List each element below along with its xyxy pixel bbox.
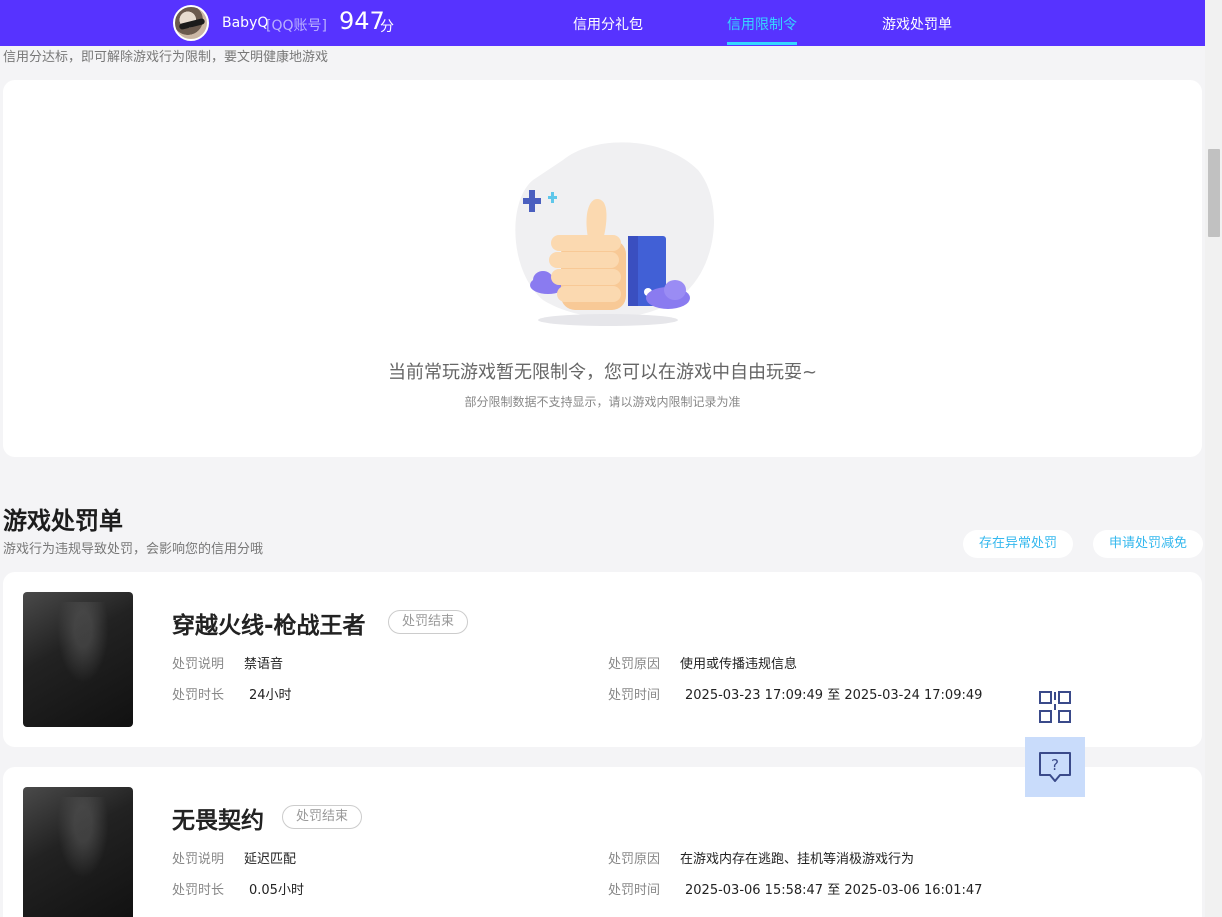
credit-score-unit: 分 [380, 19, 394, 35]
game-title: 无畏契约 [172, 808, 264, 834]
explain-label: 处罚说明 [172, 657, 225, 672]
duration-label: 处罚时长 [172, 688, 225, 703]
reason-value: 在游戏内存在逃跑、挂机等消极游戏行为 [680, 852, 915, 867]
game-cover-image [23, 592, 133, 727]
avatar[interactable] [173, 5, 209, 41]
punishment-card: 无畏契约 处罚结束 处罚说明 延迟匹配 处罚时长 0.05小时 处罚原因 在游戏… [3, 767, 1202, 917]
svg-text:?: ? [1051, 756, 1059, 774]
reason-label: 处罚原因 [608, 852, 661, 867]
explain-label: 处罚说明 [172, 852, 225, 867]
scrollbar-track[interactable] [1205, 0, 1222, 917]
credit-score: 947 [339, 7, 385, 35]
username: BabyQ [222, 15, 269, 31]
status-badge: 处罚结束 [388, 610, 469, 634]
tab-punishment[interactable]: 游戏处罚单 [882, 14, 952, 34]
explain-value: 禁语音 [244, 657, 284, 672]
time-value: 2025-03-23 17:09:49 至 2025-03-24 17:09:4… [685, 688, 983, 703]
empty-state-subtext: 部分限制数据不支持显示，请以游戏内限制记录为准 [464, 395, 741, 409]
game-cover-image [23, 787, 133, 917]
duration-value: 24小时 [249, 688, 292, 703]
account-type: [QQ账号] [266, 18, 327, 34]
qr-code-button[interactable] [1025, 677, 1085, 737]
limit-empty-card: 当前常玩游戏暂无限制令，您可以在游戏中自由玩耍~ 部分限制数据不支持显示，请以游… [3, 80, 1202, 457]
limit-description: 信用分达标，即可解除游戏行为限制，要文明健康地游戏 [3, 50, 329, 65]
game-title: 穿越火线-枪战王者 [172, 613, 366, 639]
qr-code-icon [1039, 691, 1071, 723]
section-title: 游戏处罚单 [3, 507, 123, 535]
punishment-card: 穿越火线-枪战王者 处罚结束 处罚说明 禁语音 处罚时长 24小时 处罚原因 使… [3, 572, 1202, 747]
scrollbar-thumb[interactable] [1208, 149, 1220, 237]
empty-state-text: 当前常玩游戏暂无限制令，您可以在游戏中自由玩耍~ [387, 362, 818, 383]
top-nav-bar: BabyQ [QQ账号] 947 分 信用分礼包 信用限制令 游戏处罚单 [0, 0, 1205, 46]
apply-reduction-button[interactable]: 申请处罚减免 [1093, 530, 1203, 558]
help-chat-icon: ? [1039, 752, 1071, 782]
tab-credit-gift[interactable]: 信用分礼包 [573, 14, 643, 34]
duration-label: 处罚时长 [172, 883, 225, 898]
time-label: 处罚时间 [608, 688, 661, 703]
help-button[interactable]: ? [1025, 737, 1085, 797]
section-subtitle: 游戏行为违规导致处罚，会影响您的信用分哦 [3, 542, 264, 557]
reason-value: 使用或传播违规信息 [680, 657, 798, 672]
active-tab-indicator [727, 42, 797, 45]
status-badge: 处罚结束 [282, 805, 363, 829]
time-value: 2025-03-06 15:58:47 至 2025-03-06 16:01:4… [685, 883, 983, 898]
explain-value: 延迟匹配 [244, 852, 297, 867]
abnormal-punishment-button[interactable]: 存在异常处罚 [963, 530, 1073, 558]
reason-label: 处罚原因 [608, 657, 661, 672]
tab-credit-limit[interactable]: 信用限制令 [727, 14, 797, 34]
floating-tool-panel: ? [1025, 677, 1085, 797]
time-label: 处罚时间 [608, 883, 661, 898]
duration-value: 0.05小时 [249, 883, 304, 898]
thumbs-up-illustration-icon [515, 142, 715, 326]
